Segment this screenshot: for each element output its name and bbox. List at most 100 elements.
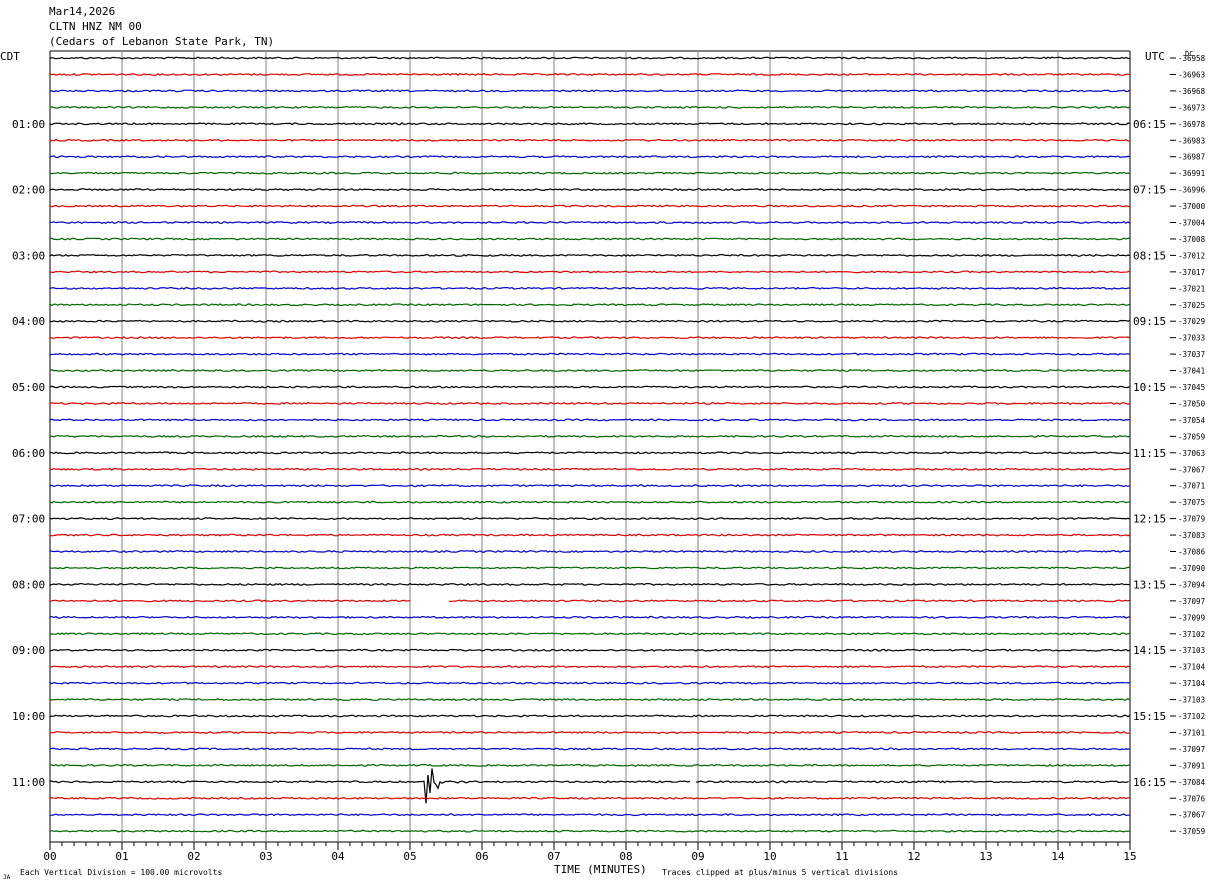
x-tick-label: 05: [403, 850, 416, 863]
seismic-trace: [49, 500, 1130, 504]
dc-offset-label: -37029: [1178, 317, 1205, 326]
x-tick-label: 01: [115, 850, 128, 863]
x-axis-title: TIME (MINUTES): [554, 863, 647, 876]
cdt-hour-label: 11:00: [12, 776, 45, 789]
dc-offset-label: -36983: [1178, 136, 1205, 145]
seismic-trace: [49, 451, 1131, 455]
seismic-trace: [49, 730, 1131, 734]
seismic-trace: [49, 533, 1131, 537]
cdt-hour-label: 09:00: [12, 644, 45, 657]
utc-hour-label: 10:15: [1133, 381, 1166, 394]
x-tick-label: 00: [43, 850, 56, 863]
utc-hour-label: 12:15: [1133, 513, 1166, 526]
dc-offset-label: -37067: [1178, 465, 1205, 474]
dc-offset-label: -37097: [1178, 597, 1205, 606]
seismic-trace: [49, 171, 1131, 175]
dc-offset-label: -37083: [1178, 531, 1205, 540]
seismic-trace: [49, 204, 1130, 208]
left-axis-title: CDT: [0, 50, 20, 63]
cdt-hour-label: 05:00: [12, 381, 45, 394]
utc-hour-label: 13:15: [1133, 578, 1166, 591]
dc-offset-label: -37067: [1178, 811, 1205, 820]
seismic-trace: [696, 780, 1129, 784]
seismic-trace: [49, 303, 1131, 307]
seismic-trace: [49, 336, 1131, 340]
utc-hour-label: 06:15: [1133, 118, 1166, 131]
dc-offset-label: -37041: [1178, 367, 1205, 376]
dc-offset-label: -37076: [1178, 794, 1206, 803]
dc-offset-label: -37012: [1178, 251, 1205, 260]
helicorder-chart: 00 01 02 03 04 05 06 07 08 09 10 11 12 13 14 15-36958-3…: [0, 50, 1206, 881]
utc-hour-label: 14:15: [1133, 644, 1166, 657]
dc-offset-label: -36978: [1178, 120, 1206, 129]
seismic-trace: [49, 698, 1131, 702]
x-tick-label: 03: [259, 850, 272, 863]
dc-offset-label: -36987: [1178, 153, 1205, 162]
dc-offset-label: -37086: [1178, 548, 1206, 557]
dc-offset-label: -36963: [1178, 70, 1205, 79]
x-tick-label: 09: [691, 850, 704, 863]
footer-right-note: Traces clipped at plus/minus 5 vertical …: [662, 868, 898, 877]
seismic-trace: [49, 566, 1131, 570]
seismic-trace: [49, 270, 1131, 274]
utc-hour-label: 15:15: [1133, 710, 1166, 723]
seismic-trace: [49, 796, 1131, 801]
dc-offset-label: -37104: [1178, 663, 1206, 672]
utc-hour-label: 08:15: [1133, 249, 1166, 262]
seismic-trace: [49, 369, 1131, 373]
dc-offset-label: -37090: [1178, 564, 1206, 573]
x-tick-label: 13: [979, 850, 992, 863]
seismic-trace: [49, 681, 1131, 685]
x-tick-label: 06: [475, 850, 488, 863]
x-tick-label: 11: [835, 850, 848, 863]
utc-hour-label: 16:15: [1133, 776, 1166, 789]
corner-mark: JA: [3, 874, 11, 881]
dc-offset-label: -37059: [1178, 827, 1205, 836]
cdt-hour-label: 10:00: [12, 710, 45, 723]
seismic-trace: [49, 747, 1131, 751]
dc-offset-label: -37017: [1178, 268, 1205, 277]
seismic-trace: [49, 813, 1131, 817]
dc-offset-label: -37004: [1178, 219, 1206, 228]
cdt-hour-label: 08:00: [12, 578, 45, 591]
dc-offset-label: -36996: [1178, 186, 1206, 195]
dc-offset-label: -37104: [1178, 679, 1206, 688]
traces: [49, 56, 1131, 833]
seismic-trace: [49, 56, 1131, 60]
seismic-trace: [49, 517, 1131, 521]
seismic-trace: [449, 599, 1130, 603]
seismic-trace: [49, 582, 1131, 587]
seismic-trace: [49, 665, 1131, 669]
seismic-trace: [49, 352, 1131, 356]
dc-offset-label: -37102: [1178, 712, 1205, 721]
seismic-trace: [49, 385, 1131, 389]
dc-offset-label: -36973: [1178, 103, 1205, 112]
dc-offset-label: -37101: [1178, 728, 1205, 737]
seismic-trace: [49, 155, 1131, 159]
seismic-trace: [49, 319, 1131, 323]
dc-offset-label: -37079: [1178, 515, 1205, 524]
dc-offset-label: -37091: [1178, 761, 1205, 770]
utc-hour-label: 11:15: [1133, 447, 1166, 460]
seismic-trace: [49, 467, 1131, 471]
seismic-trace: [49, 89, 1131, 93]
seismic-trace: [49, 434, 1131, 438]
dc-offset-label: -37094: [1178, 580, 1206, 589]
seismic-trace: [49, 122, 1131, 126]
dc-offset-label: -37102: [1178, 630, 1205, 639]
seismic-trace: [49, 714, 1131, 718]
dc-offset-label: -37084: [1178, 778, 1206, 787]
dc-offset-label: -37103: [1178, 646, 1205, 655]
dc-offset-label: -37097: [1178, 745, 1205, 754]
dc-offset-label: -37025: [1178, 301, 1205, 310]
dc-offset-label: -37037: [1178, 350, 1205, 359]
right-axis-title: UTC: [1145, 50, 1165, 63]
dc-offset-label: -36991: [1178, 169, 1205, 178]
dc-offset-label: -37045: [1178, 383, 1205, 392]
x-tick-label: 04: [331, 850, 345, 863]
seismic-trace: [49, 599, 411, 603]
dc-offset-label: -37008: [1178, 235, 1206, 244]
seismic-trace: [49, 418, 1131, 422]
dc-title: DC: [1185, 50, 1193, 58]
seismic-trace: [49, 632, 1131, 636]
